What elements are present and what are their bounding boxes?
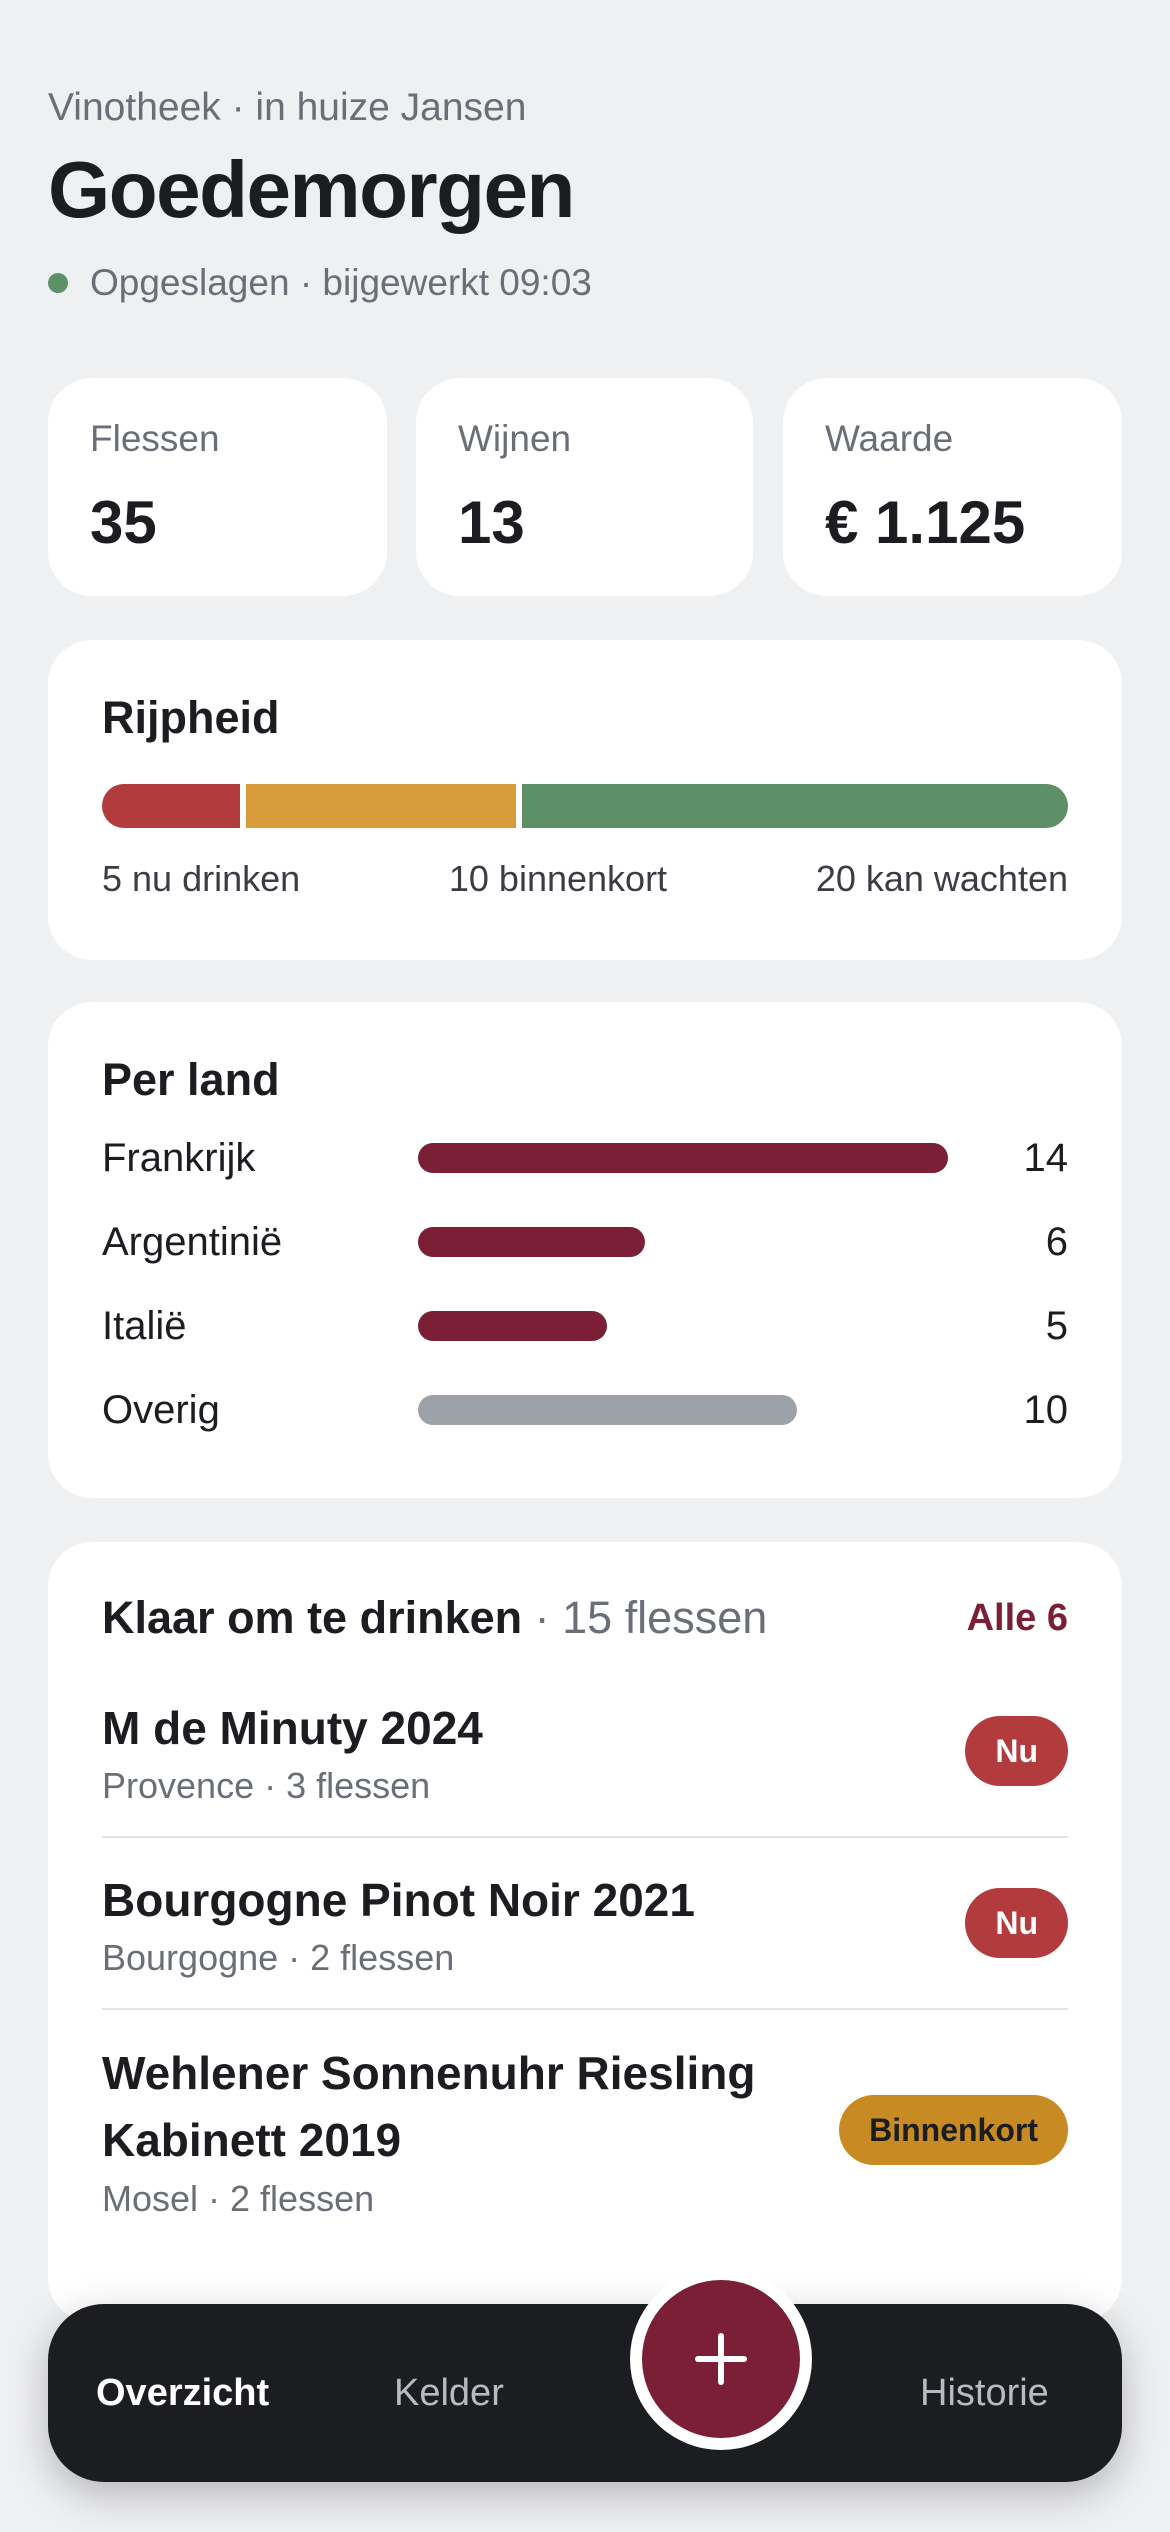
- stat-value: 35: [90, 489, 157, 556]
- country-row-france[interactable]: Frankrijk 14: [102, 1116, 1068, 1200]
- country-name: Argentinië: [102, 1219, 283, 1264]
- ripeness-label-now: 5 nu drinken: [102, 858, 301, 899]
- per-country-title: Per land: [102, 1054, 280, 1105]
- stat-value: € 1.125: [825, 489, 1026, 556]
- ripeness-label-wait: 20 kan wachten: [815, 858, 1068, 899]
- country-bar: [418, 1311, 608, 1341]
- wine-meta: Provence · 3 flessen: [102, 1765, 431, 1807]
- ready-header: Klaar om te drinken · 15 flessen Alle 6: [102, 1592, 1068, 1644]
- wine-list-item[interactable]: Wehlener Sonnenuhr Riesling Kabinett 201…: [102, 2010, 1068, 2250]
- country-count: 14: [1023, 1135, 1069, 1180]
- stat-card-bottles[interactable]: Flessen 35: [48, 378, 387, 596]
- wine-name: Bourgogne Pinot Noir 2021: [102, 1873, 695, 1926]
- wine-meta: Bourgogne · 2 flessen: [102, 1937, 455, 1979]
- wine-name: M de Minuty 2024: [102, 1701, 483, 1754]
- country-bar: [418, 1143, 948, 1173]
- sync-status: Opgeslagen · bijgewerkt 09:03: [48, 262, 592, 304]
- header: Vinotheek · in huize Jansen Goedemorgen …: [48, 86, 592, 304]
- ripeness-badge: Binnenkort: [839, 2095, 1068, 2165]
- wine-list-item[interactable]: Bourgogne Pinot Noir 2021 Bourgogne · 2 …: [102, 1838, 1068, 2010]
- stat-card-wines[interactable]: Wijnen 13: [416, 378, 753, 596]
- wine-name: Wehlener Sonnenuhr Riesling Kabinett 201…: [102, 2047, 756, 2166]
- ripeness-segment-now: [102, 784, 240, 828]
- bottom-tab-bar: Overzicht Kelder Historie: [48, 2304, 1122, 2482]
- ready-title: Klaar om te drinken: [102, 1592, 523, 1643]
- wine-meta: Mosel · 2 flessen: [102, 2177, 375, 2219]
- wine-list-item[interactable]: M de Minuty 2024 Provence · 3 flessen Nu: [102, 1666, 1068, 1838]
- country-name: Italië: [102, 1303, 187, 1348]
- stat-label: Flessen: [90, 418, 220, 459]
- stat-label: Wijnen: [458, 418, 572, 459]
- ripeness-label-soon: 10 binnenkort: [448, 858, 668, 899]
- country-bar-track: [418, 1227, 978, 1257]
- sync-status-text: Opgeslagen · bijgewerkt 09:03: [90, 262, 592, 303]
- country-bar-track: [418, 1395, 978, 1425]
- ready-count: · 15 flessen: [522, 1592, 768, 1643]
- ready-to-drink-card: Klaar om te drinken · 15 flessen Alle 6 …: [48, 1542, 1122, 2322]
- ripeness-legend: 5 nu drinken 10 binnenkort 20 kan wachte…: [102, 858, 1068, 900]
- ripeness-card[interactable]: Rijpheid 5 nu drinken 10 binnenkort 20 k…: [48, 640, 1122, 960]
- country-bar-track: [418, 1143, 978, 1173]
- ripeness-segment-soon: [240, 784, 516, 828]
- ripeness-bar: [102, 784, 1068, 828]
- country-bar: [418, 1227, 646, 1257]
- home-screen: Vinotheek · in huize Jansen Goedemorgen …: [0, 0, 1170, 2532]
- plus-icon: [695, 2333, 747, 2385]
- tab-overview[interactable]: Overzicht: [96, 2304, 269, 2482]
- stat-value: 13: [458, 489, 525, 556]
- add-wine-button[interactable]: [642, 2280, 800, 2438]
- tab-cellar[interactable]: Kelder: [394, 2304, 504, 2482]
- country-bar-track: [418, 1311, 978, 1341]
- country-count: 10: [1023, 1387, 1069, 1432]
- ripeness-title: Rijpheid: [102, 692, 280, 743]
- country-row-italy[interactable]: Italië 5: [102, 1284, 1068, 1368]
- ready-heading: Klaar om te drinken · 15 flessen: [102, 1592, 767, 1644]
- status-dot-icon: [48, 273, 68, 293]
- country-count: 5: [1045, 1303, 1068, 1348]
- ripeness-badge: Nu: [965, 1888, 1068, 1958]
- country-row-other[interactable]: Overig 10: [102, 1368, 1068, 1452]
- ripeness-segment-wait: [516, 784, 1068, 828]
- per-country-card[interactable]: Per land Frankrijk 14 Argentinië 6 Itali…: [48, 1002, 1122, 1498]
- country-name: Frankrijk: [102, 1135, 256, 1180]
- page-title: Goedemorgen: [48, 145, 575, 234]
- ripeness-badge: Nu: [965, 1716, 1068, 1786]
- stat-label: Waarde: [825, 418, 954, 459]
- country-row-argentina[interactable]: Argentinië 6: [102, 1200, 1068, 1284]
- see-all-link[interactable]: Alle 6: [967, 1597, 1068, 1640]
- cellar-subtitle: Vinotheek · in huize Jansen: [48, 86, 527, 129]
- country-count: 6: [1045, 1219, 1068, 1264]
- country-bar: [418, 1395, 797, 1425]
- stat-card-value[interactable]: Waarde € 1.125: [783, 378, 1122, 596]
- tab-history[interactable]: Historie: [920, 2304, 1049, 2482]
- country-name: Overig: [102, 1387, 220, 1432]
